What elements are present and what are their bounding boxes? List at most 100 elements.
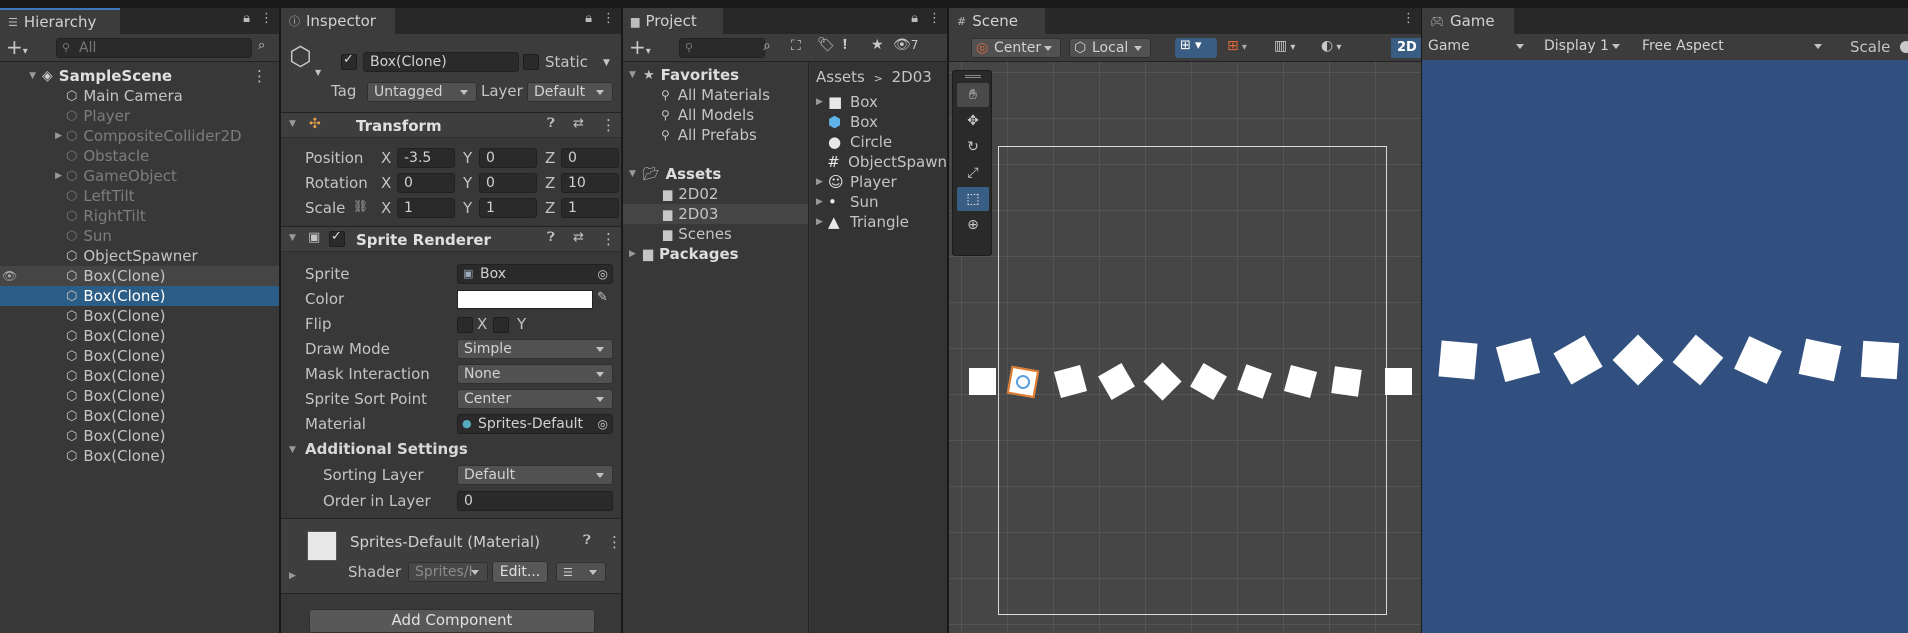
- breadcrumb-assets[interactable]: Assets: [816, 68, 865, 86]
- search-options-icon[interactable]: ⌕: [763, 38, 771, 54]
- pivot-dropdown[interactable]: ◎ Center: [971, 38, 1061, 58]
- asset-folder-item[interactable]: ▆ 2D03: [623, 204, 808, 224]
- shader-options-dropdown[interactable]: ☰: [556, 562, 606, 582]
- hierarchy-item[interactable]: ⬡ Box(Clone): [0, 346, 279, 366]
- static-checkbox[interactable]: [523, 54, 539, 70]
- favorite-item[interactable]: ⚲ All Prefabs: [623, 125, 808, 145]
- search-options-icon[interactable]: ⌕: [258, 38, 265, 53]
- overlay-drag-handle[interactable]: [965, 75, 981, 78]
- tag-dropdown[interactable]: Untagged: [367, 82, 477, 102]
- scl-y-field[interactable]: 1: [479, 198, 537, 218]
- expand-arrow-icon[interactable]: ▶: [810, 197, 828, 207]
- expand-arrow-icon[interactable]: ▶: [810, 217, 828, 227]
- scl-x-field[interactable]: 1: [397, 198, 455, 218]
- file-item[interactable]: ▶ ■ Box: [810, 92, 947, 112]
- tab-project[interactable]: ▆ Project: [623, 8, 723, 34]
- file-item[interactable]: ▶ • Sun: [810, 192, 947, 212]
- favorites-row[interactable]: ▼ ★ Favorites: [623, 65, 808, 85]
- material-object-field[interactable]: ● Sprites-Default ◎: [457, 414, 613, 434]
- expand-arrow-icon[interactable]: ▶: [629, 249, 639, 259]
- tab-hierarchy[interactable]: ☰ Hierarchy: [0, 8, 120, 34]
- space-dropdown[interactable]: ⬡ Local: [1069, 38, 1151, 58]
- flip-x-checkbox[interactable]: [457, 317, 473, 333]
- scene-box-sprite[interactable]: [969, 368, 996, 395]
- sprite-sort-point-dropdown[interactable]: Center: [457, 389, 613, 409]
- color-swatch[interactable]: [457, 290, 593, 309]
- hierarchy-search-input[interactable]: ⚲ All: [56, 38, 252, 58]
- create-plus-button[interactable]: +▾: [629, 35, 651, 59]
- ruler-icon[interactable]: ▥ ▾: [1274, 38, 1295, 54]
- icon-dropdown-arrow-icon[interactable]: ▼: [315, 68, 321, 77]
- sprite-renderer-enabled-checkbox[interactable]: [329, 229, 345, 247]
- favorite-star-icon[interactable]: ★: [871, 37, 884, 53]
- hierarchy-item[interactable]: ▶ ⬡ GameObject: [0, 166, 279, 186]
- expand-arrow-icon[interactable]: ▼: [629, 169, 639, 179]
- material-foldout-arrow-icon[interactable]: ▶: [289, 571, 299, 581]
- scene-box-sprite[interactable]: [1331, 366, 1362, 397]
- shader-dropdown[interactable]: Sprites/I: [408, 562, 488, 582]
- scene-root-row[interactable]: ▼ ◈ SampleScene ⋮: [0, 66, 279, 86]
- sprite-renderer-header[interactable]: ▼ ▣ Sprite Renderer ❓︎ ⇄ ⋮: [281, 226, 621, 252]
- hierarchy-item[interactable]: ⬡ Box(Clone): [0, 286, 279, 306]
- scale-tool-icon[interactable]: ⤢: [957, 161, 989, 185]
- object-picker-icon[interactable]: ◎: [598, 265, 608, 283]
- hierarchy-item[interactable]: ⬡ Player: [0, 106, 279, 126]
- visibility-eye-icon[interactable]: 👁︎: [2, 269, 17, 283]
- tab-inspector[interactable]: ⓘ Inspector: [281, 8, 395, 34]
- scl-z-field[interactable]: 1: [561, 198, 619, 218]
- rot-z-field[interactable]: 10: [561, 173, 619, 193]
- material-more-icon[interactable]: ⋮: [607, 533, 621, 551]
- file-item[interactable]: ● Circle: [810, 132, 947, 152]
- transform-tool-icon[interactable]: ⊕: [957, 213, 989, 237]
- increment-snap-icon[interactable]: ⊞ ▾: [1227, 38, 1247, 54]
- scene-more-icon[interactable]: ⋮: [252, 67, 267, 85]
- grid-snap-button[interactable]: ⊞ ▾: [1175, 38, 1217, 58]
- additional-settings-arrow-icon[interactable]: ▼: [289, 445, 299, 455]
- more-menu-icon[interactable]: ⋮: [260, 11, 273, 26]
- lock-icon[interactable]: 🔒︎: [585, 11, 592, 26]
- scale-slider-knob[interactable]: [1900, 41, 1908, 53]
- add-component-button[interactable]: Add Component: [309, 609, 595, 633]
- filter-label-icon[interactable]: 🏷︎: [817, 37, 835, 53]
- file-item[interactable]: ▶ ☺ Player: [810, 172, 947, 192]
- draw-mode-icon[interactable]: ◐ ▾: [1321, 38, 1341, 54]
- rot-x-field[interactable]: 0: [397, 173, 455, 193]
- presets-icon[interactable]: ⇄: [573, 116, 584, 131]
- game-view-dropdown[interactable]: Game: [1422, 37, 1532, 57]
- hierarchy-item[interactable]: ▶ ⬡ CompositeCollider2D: [0, 126, 279, 146]
- more-menu-icon[interactable]: ⋮: [1402, 11, 1415, 26]
- hierarchy-item[interactable]: ⬡ Box(Clone): [0, 386, 279, 406]
- selected-box-gizmo[interactable]: [1006, 365, 1040, 399]
- hand-tool-icon[interactable]: ✋︎: [957, 83, 989, 107]
- expand-arrow-icon[interactable]: ▼: [629, 70, 639, 80]
- layer-dropdown[interactable]: Default: [527, 82, 613, 102]
- scene-viewport[interactable]: [949, 62, 1421, 633]
- aspect-dropdown[interactable]: Free Aspect: [1636, 37, 1830, 57]
- tab-scene[interactable]: # Scene: [949, 8, 1045, 34]
- expand-arrow-icon[interactable]: ▼: [0, 71, 42, 81]
- hierarchy-item[interactable]: ⬡ Box(Clone): [0, 426, 279, 446]
- hierarchy-item[interactable]: ⬡ Box(Clone): [0, 306, 279, 326]
- hierarchy-item[interactable]: ⬡ Sun: [0, 226, 279, 246]
- pos-y-field[interactable]: 0: [479, 148, 537, 168]
- 2d-toggle-button[interactable]: 2D: [1391, 38, 1421, 58]
- file-item[interactable]: ⬢ Box: [810, 112, 947, 132]
- transform-header[interactable]: ▼ ✣ Transform ❓︎ ⇄ ⋮: [281, 112, 621, 138]
- static-dropdown-arrow-icon[interactable]: ▼: [603, 58, 610, 68]
- hierarchy-item[interactable]: ⬡ Box(Clone): [0, 406, 279, 426]
- help-icon[interactable]: ❓︎: [547, 230, 555, 245]
- expand-arrow-icon[interactable]: ▶: [810, 177, 828, 187]
- draw-mode-dropdown[interactable]: Simple: [457, 339, 613, 359]
- expand-arrow-icon[interactable]: ▶: [810, 97, 828, 107]
- display-dropdown[interactable]: Display 1: [1538, 37, 1628, 57]
- filter-type-icon[interactable]: ⛶: [791, 38, 801, 54]
- hierarchy-item[interactable]: ⬡ Obstacle: [0, 146, 279, 166]
- asset-folder-item[interactable]: ▆ Scenes: [623, 224, 808, 244]
- help-icon[interactable]: ❓︎: [583, 533, 591, 548]
- file-item[interactable]: ▶ ▲ Triangle: [810, 212, 947, 232]
- shader-edit-button[interactable]: Edit...: [492, 561, 548, 583]
- scene-box-sprite[interactable]: [1385, 368, 1412, 395]
- move-tool-icon[interactable]: ✥: [957, 109, 989, 133]
- file-item[interactable]: # ObjectSpawn: [810, 152, 947, 172]
- lock-icon[interactable]: 🔒︎: [243, 11, 250, 26]
